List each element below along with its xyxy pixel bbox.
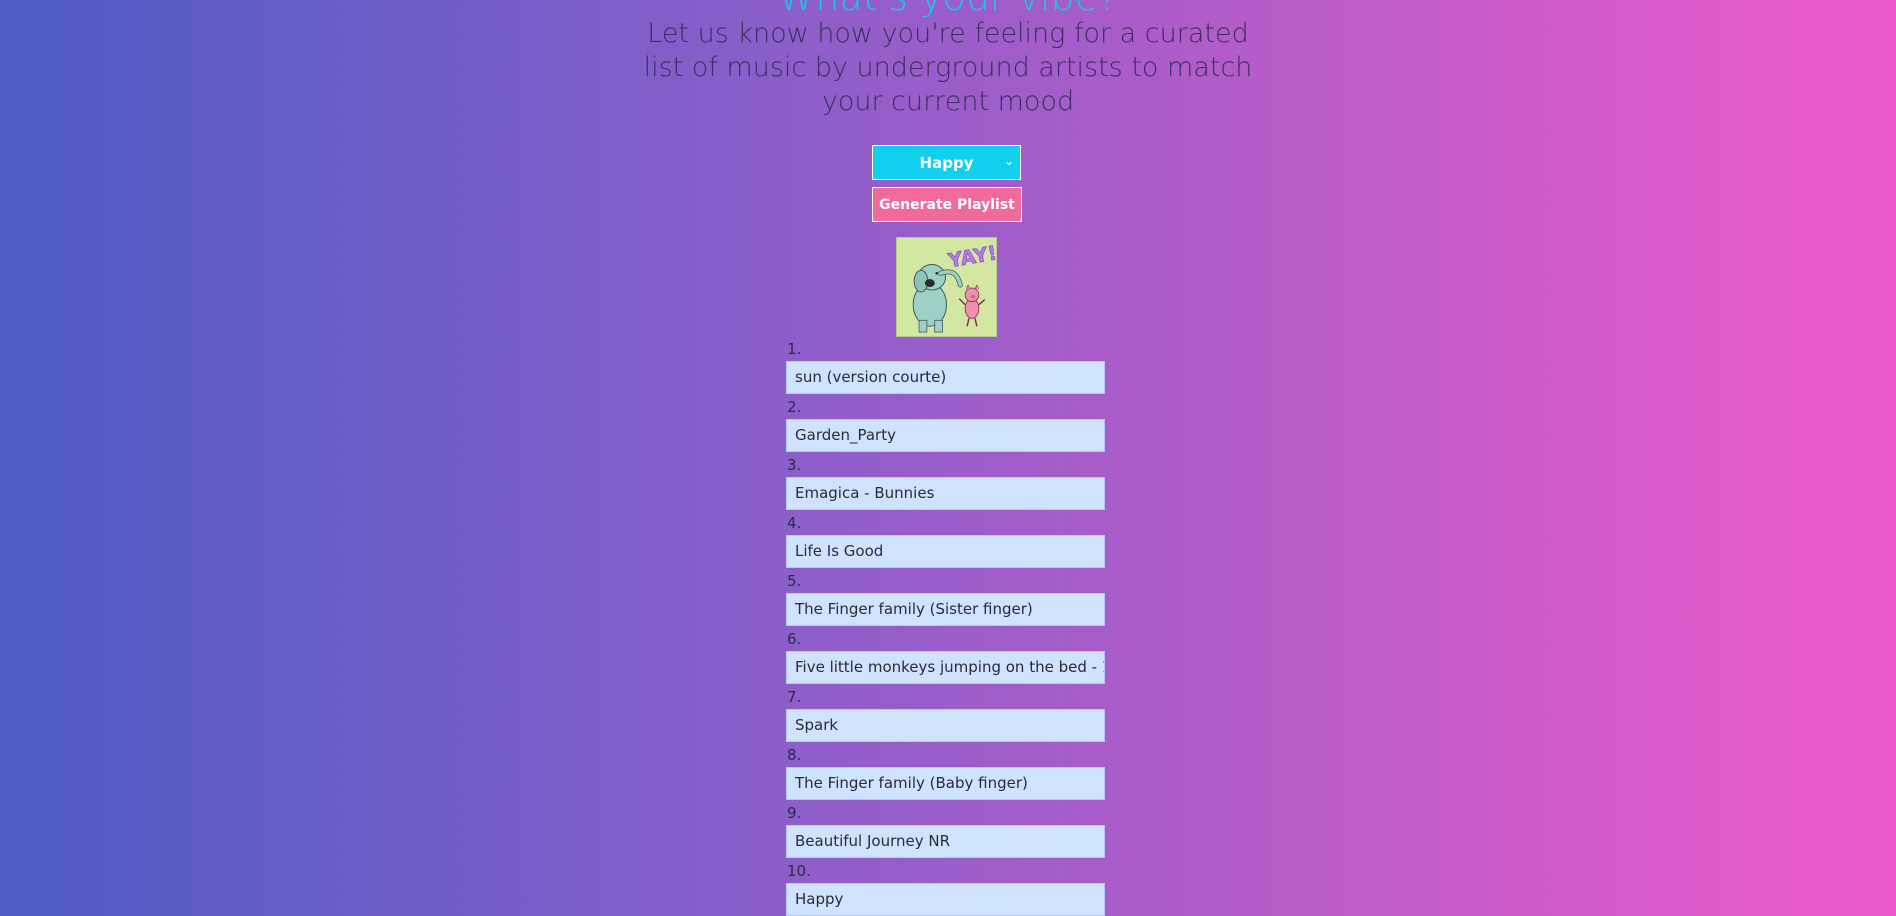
- page: What's your vibe? Let us know how you're…: [0, 0, 1896, 916]
- list-item: 10. Happy: [786, 862, 1106, 916]
- track-number: 9.: [787, 804, 802, 822]
- chevron-down-icon: ⌄: [1003, 154, 1014, 168]
- list-item: 4. Life Is Good: [786, 514, 1106, 572]
- track-title[interactable]: Garden_Party: [786, 419, 1105, 452]
- track-number: 4.: [787, 514, 802, 532]
- track-title[interactable]: Emagica - Bunnies: [786, 477, 1105, 510]
- track-title[interactable]: Spark: [786, 709, 1105, 742]
- page-title: What's your vibe?: [0, 0, 1896, 16]
- track-title[interactable]: Happy: [786, 883, 1105, 916]
- track-number: 10.: [787, 862, 811, 880]
- track-number: 3.: [787, 456, 802, 474]
- list-item: 2. Garden_Party: [786, 398, 1106, 456]
- list-item: 1. sun (version courte): [786, 340, 1106, 398]
- track-number: 5.: [787, 572, 802, 590]
- track-title[interactable]: Five little monkeys jumping on the bed -…: [786, 651, 1105, 684]
- mood-select[interactable]: Happy ⌄: [872, 145, 1021, 180]
- playlist: 1. sun (version courte) 2. Garden_Party 3. Em…: [786, 340, 1106, 916]
- elephant-and-pig-cartoon-icon: YAY!: [897, 238, 996, 336]
- list-item: 3. Emagica - Bunnies: [786, 456, 1106, 514]
- track-number: 1.: [787, 340, 802, 358]
- page-subtitle: Let us know how you're feeling for a cur…: [643, 18, 1253, 117]
- track-title[interactable]: The Finger family (Sister finger): [786, 593, 1105, 626]
- list-item: 8. The Finger family (Baby finger): [786, 746, 1106, 804]
- list-item: 9. Beautiful Journey NR: [786, 804, 1106, 862]
- list-item: 5. The Finger family (Sister finger): [786, 572, 1106, 630]
- track-number: 7.: [787, 688, 802, 706]
- track-number: 8.: [787, 746, 802, 764]
- track-title[interactable]: The Finger family (Baby finger): [786, 767, 1105, 800]
- list-item: 7. Spark: [786, 688, 1106, 746]
- generate-playlist-button[interactable]: Generate Playlist: [872, 187, 1022, 222]
- list-item: 6. Five little monkeys jumping on the bed…: [786, 630, 1106, 688]
- track-title[interactable]: Beautiful Journey NR: [786, 825, 1105, 858]
- mood-select-value: Happy: [919, 153, 974, 172]
- track-number: 6.: [787, 630, 802, 648]
- track-number: 2.: [787, 398, 802, 416]
- mood-image: YAY!: [896, 237, 997, 337]
- track-title[interactable]: sun (version courte): [786, 361, 1105, 394]
- track-title[interactable]: Life Is Good: [786, 535, 1105, 568]
